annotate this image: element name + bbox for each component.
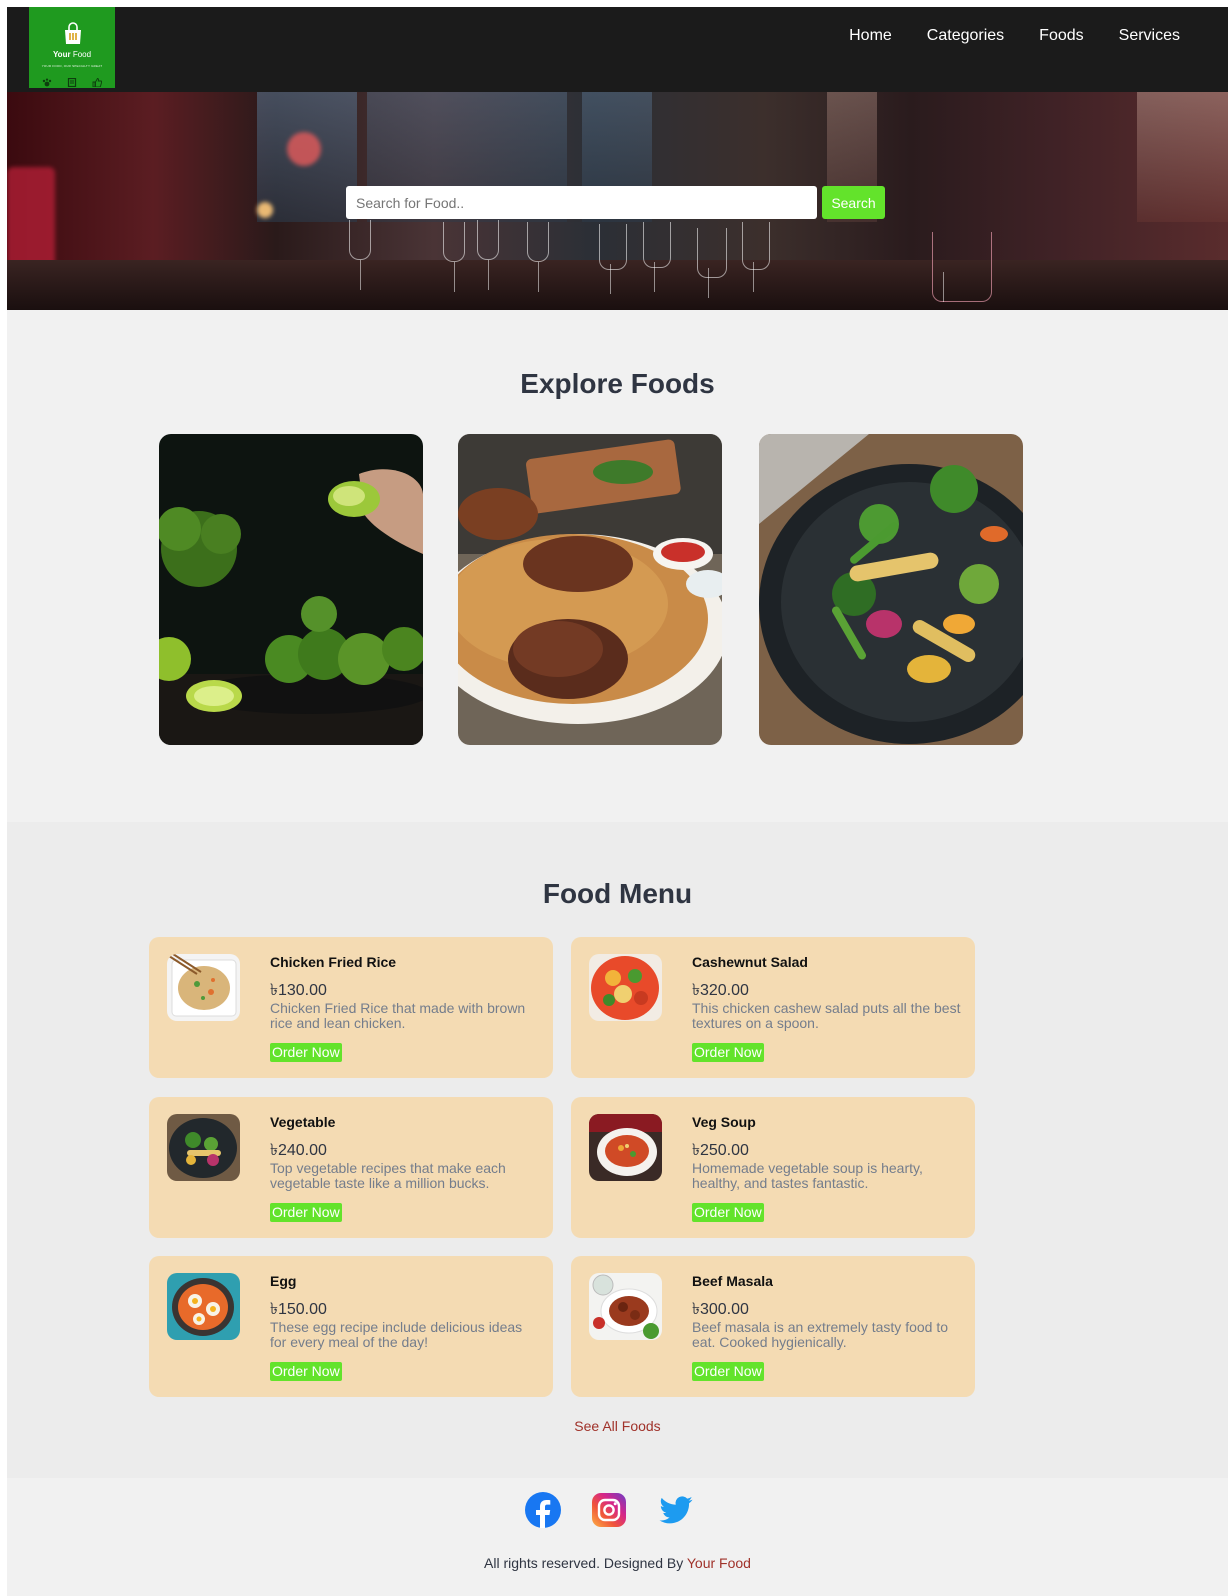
food-description: This chicken cashew salad puts all the b… (692, 1000, 961, 1031)
logo[interactable]: Your Food YOUR FOOD, OUR SPECIALTY GREAT (29, 7, 115, 88)
menu-card: Veg Soup ৳250.00 Homemade vegetable soup… (571, 1097, 975, 1238)
hero-banner: Search (7, 92, 1228, 310)
food-description: Top vegetable recipes that make each veg… (270, 1160, 506, 1191)
food-name: Cashewnut Salad (692, 954, 808, 970)
order-now-button[interactable]: Order Now (270, 1203, 342, 1222)
food-name: Egg (270, 1273, 297, 1289)
order-now-button[interactable]: Order Now (692, 1203, 764, 1222)
order-now-button[interactable]: Order Now (270, 1043, 342, 1062)
hero-lamp (287, 132, 321, 166)
copyright: All rights reserved. Designed By Your Fo… (7, 1555, 1228, 1571)
thumbs-up-icon (92, 74, 103, 88)
food-name: Chicken Fried Rice (270, 954, 397, 970)
hero-candle (257, 202, 273, 218)
copyright-text: All rights reserved. Designed By (484, 1555, 684, 1571)
menu-title: Food Menu (542, 878, 693, 909)
food-thumbnail (589, 1273, 662, 1340)
food-description: Beef masala is an extremely tasty food t… (692, 1319, 949, 1350)
menu-card: Cashewnut Salad ৳320.00 This chicken cas… (571, 937, 975, 1078)
food-name: Vegetable (270, 1114, 336, 1130)
explore-section: Explore Foods (7, 310, 1228, 822)
food-description: These egg recipe include delicious ideas… (270, 1319, 523, 1350)
wine-glass-decor (599, 224, 627, 294)
logo-badges (42, 74, 103, 88)
food-thumbnail (589, 1114, 662, 1181)
logo-name: Your Food (29, 50, 115, 59)
order-now-button[interactable]: Order Now (270, 1362, 342, 1381)
food-name: Veg Soup (692, 1114, 756, 1130)
nav-categories[interactable]: Categories (927, 27, 1004, 45)
shopping-bag-icon (65, 22, 81, 44)
nav-foods[interactable]: Foods (1039, 27, 1083, 45)
wine-glass-decor (477, 220, 499, 290)
food-menu-section: Food Menu Chicken Fried Rice ৳130.00 Chi… (7, 822, 1228, 1478)
instagram-icon[interactable] (592, 1493, 626, 1527)
food-tile-broccoli[interactable] (159, 434, 423, 745)
search-input[interactable] (346, 186, 817, 219)
wine-glass-decor (932, 232, 992, 302)
order-now-button[interactable]: Order Now (692, 1362, 764, 1381)
menu-card: Chicken Fried Rice ৳130.00 Chicken Fried… (149, 937, 553, 1078)
nav-services[interactable]: Services (1119, 27, 1180, 45)
food-thumbnail (167, 1273, 240, 1340)
food-thumbnail (167, 954, 240, 1021)
brand-link[interactable]: Your Food (687, 1555, 751, 1571)
navbar: Your Food YOUR FOOD, OUR SPECIALTY GREAT… (7, 7, 1228, 92)
menu-card: Beef Masala ৳300.00 Beef masala is an ex… (571, 1256, 975, 1397)
food-thumbnail (589, 954, 662, 1021)
food-thumbnail (167, 1114, 240, 1181)
nav-home[interactable]: Home (849, 27, 892, 45)
food-tile-biryani[interactable] (458, 434, 722, 745)
twitter-icon[interactable] (657, 1492, 695, 1528)
search-button[interactable]: Search (822, 186, 885, 219)
wine-glass-decor (697, 228, 727, 298)
wine-glass-decor (349, 220, 371, 290)
chicken-biryani-photo (458, 434, 722, 745)
wine-glass-decor (643, 222, 671, 292)
menu-card: Egg ৳150.00 These egg recipe include del… (149, 1256, 553, 1397)
order-now-button[interactable]: Order Now (692, 1043, 764, 1062)
paw-icon (42, 74, 52, 87)
menu-card: Vegetable ৳240.00 Top vegetable recipes … (149, 1097, 553, 1238)
menu-card-icon (67, 74, 77, 88)
food-name: Beef Masala (692, 1273, 773, 1289)
hero-window-decor (1137, 92, 1228, 222)
logo-tagline: YOUR FOOD, OUR SPECIALTY GREAT (41, 64, 103, 68)
see-all-foods-link[interactable]: See All Foods (7, 1418, 1228, 1434)
food-description: Chicken Fried Rice that made with brown … (270, 1000, 526, 1031)
logo-name-bold: Your (52, 50, 71, 59)
wine-glass-decor (443, 222, 465, 292)
food-description: Homemade vegetable soup is hearty, healt… (692, 1160, 923, 1191)
search-bar: Search (346, 186, 885, 219)
wine-glass-decor (742, 222, 770, 292)
broccoli-lime-photo (159, 434, 423, 745)
wine-glass-decor (527, 222, 549, 292)
facebook-icon[interactable] (525, 1492, 561, 1528)
footer: All rights reserved. Designed By Your Fo… (7, 1478, 1228, 1596)
main-nav: Home Categories Foods Services (814, 27, 1180, 45)
explore-title: Explore Foods (520, 368, 715, 399)
vegetable-stir-fry-photo (759, 434, 1023, 745)
logo-name-rest: Food (72, 50, 92, 59)
food-tile-stirfry[interactable] (759, 434, 1023, 745)
page: Your Food YOUR FOOD, OUR SPECIALTY GREAT… (7, 7, 1228, 1596)
